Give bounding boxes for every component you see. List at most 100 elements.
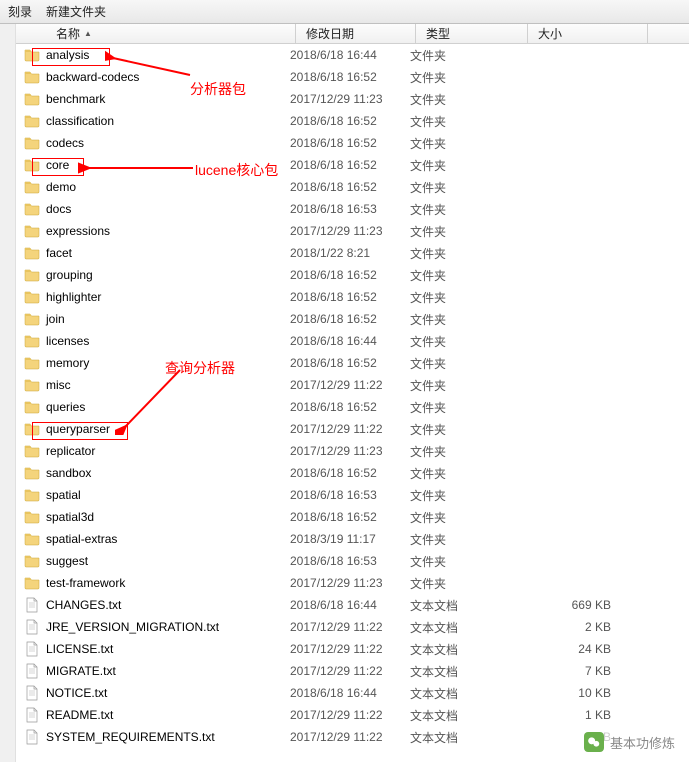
file-row[interactable]: spatial2018/6/18 16:53文件夹 (0, 484, 689, 506)
file-name-cell[interactable]: MIGRATE.txt (18, 663, 280, 679)
file-row[interactable]: sandbox2018/6/18 16:52文件夹 (0, 462, 689, 484)
folder-icon (24, 113, 40, 129)
file-name-cell[interactable]: join (18, 311, 280, 327)
file-name-cell[interactable]: licenses (18, 333, 280, 349)
file-row[interactable]: core2018/6/18 16:52文件夹 (0, 154, 689, 176)
file-name-cell[interactable]: misc (18, 377, 280, 393)
file-row[interactable]: demo2018/6/18 16:52文件夹 (0, 176, 689, 198)
file-row[interactable]: JRE_VERSION_MIGRATION.txt2017/12/29 11:2… (0, 616, 689, 638)
file-name-cell[interactable]: LICENSE.txt (18, 641, 280, 657)
file-name-cell[interactable]: benchmark (18, 91, 280, 107)
file-size: 669 KB (512, 598, 617, 612)
file-row[interactable]: spatial3d2018/6/18 16:52文件夹 (0, 506, 689, 528)
file-type: 文件夹 (400, 135, 512, 152)
file-row[interactable]: NOTICE.txt2018/6/18 16:44文本文档10 KB (0, 682, 689, 704)
file-date: 2018/6/18 16:53 (280, 488, 400, 502)
file-name-cell[interactable]: spatial3d (18, 509, 280, 525)
file-row[interactable]: LICENSE.txt2017/12/29 11:22文本文档24 KB (0, 638, 689, 660)
file-name-cell[interactable]: sandbox (18, 465, 280, 481)
file-name-cell[interactable]: memory (18, 355, 280, 371)
file-row[interactable]: classification2018/6/18 16:52文件夹 (0, 110, 689, 132)
file-name-cell[interactable]: backward-codecs (18, 69, 280, 85)
file-name-cell[interactable]: expressions (18, 223, 280, 239)
file-row[interactable]: benchmark2017/12/29 11:23文件夹 (0, 88, 689, 110)
folder-icon (24, 311, 40, 327)
file-name-cell[interactable]: test-framework (18, 575, 280, 591)
file-name-label: highlighter (46, 290, 101, 304)
file-row[interactable]: test-framework2017/12/29 11:23文件夹 (0, 572, 689, 594)
file-name-cell[interactable]: spatial (18, 487, 280, 503)
file-type: 文件夹 (400, 311, 512, 328)
file-row[interactable]: spatial-extras2018/3/19 11:17文件夹 (0, 528, 689, 550)
file-name-label: grouping (46, 268, 93, 282)
file-date: 2018/6/18 16:52 (280, 70, 400, 84)
file-row[interactable]: suggest2018/6/18 16:53文件夹 (0, 550, 689, 572)
file-row[interactable]: replicator2017/12/29 11:23文件夹 (0, 440, 689, 462)
file-name-cell[interactable]: facet (18, 245, 280, 261)
file-row[interactable]: docs2018/6/18 16:53文件夹 (0, 198, 689, 220)
file-row[interactable]: facet2018/1/22 8:21文件夹 (0, 242, 689, 264)
file-row[interactable]: memory2018/6/18 16:52文件夹 (0, 352, 689, 374)
file-row[interactable]: queries2018/6/18 16:52文件夹 (0, 396, 689, 418)
file-name-cell[interactable]: suggest (18, 553, 280, 569)
column-headers: 名称 ▲ 修改日期 类型 大小 (0, 24, 689, 44)
folder-icon (24, 223, 40, 239)
file-row[interactable]: highlighter2018/6/18 16:52文件夹 (0, 286, 689, 308)
file-row[interactable]: expressions2017/12/29 11:23文件夹 (0, 220, 689, 242)
file-row[interactable]: analysis2018/6/18 16:44文件夹 (0, 44, 689, 66)
file-icon (24, 685, 40, 701)
file-name-cell[interactable]: replicator (18, 443, 280, 459)
file-name-label: suggest (46, 554, 88, 568)
file-row[interactable]: licenses2018/6/18 16:44文件夹 (0, 330, 689, 352)
file-name-cell[interactable]: codecs (18, 135, 280, 151)
file-type: 文件夹 (400, 223, 512, 240)
folder-icon (24, 553, 40, 569)
file-type: 文件夹 (400, 465, 512, 482)
file-row[interactable]: join2018/6/18 16:52文件夹 (0, 308, 689, 330)
file-row[interactable]: CHANGES.txt2018/6/18 16:44文本文档669 KB (0, 594, 689, 616)
file-name-cell[interactable]: queryparser (18, 421, 280, 437)
header-size[interactable]: 大小 (528, 24, 648, 43)
file-name-cell[interactable]: analysis (18, 47, 280, 63)
file-name-cell[interactable]: CHANGES.txt (18, 597, 280, 613)
file-name-cell[interactable]: spatial-extras (18, 531, 280, 547)
toolbar-burn[interactable]: 刻录 (8, 3, 32, 20)
file-name-cell[interactable]: README.txt (18, 707, 280, 723)
file-name-cell[interactable]: classification (18, 113, 280, 129)
file-name-cell[interactable]: SYSTEM_REQUIREMENTS.txt (18, 729, 280, 745)
file-name-label: core (46, 158, 69, 172)
file-name-label: join (46, 312, 65, 326)
file-name-cell[interactable]: queries (18, 399, 280, 415)
file-name-label: replicator (46, 444, 95, 458)
header-date[interactable]: 修改日期 (296, 24, 416, 43)
file-row[interactable]: backward-codecs2018/6/18 16:52文件夹 (0, 66, 689, 88)
file-name-cell[interactable]: JRE_VERSION_MIGRATION.txt (18, 619, 280, 635)
file-name-cell[interactable]: core (18, 157, 280, 173)
file-name-label: demo (46, 180, 76, 194)
file-name-label: codecs (46, 136, 84, 150)
header-type[interactable]: 类型 (416, 24, 528, 43)
file-row[interactable]: codecs2018/6/18 16:52文件夹 (0, 132, 689, 154)
folder-icon (24, 355, 40, 371)
watermark-text: 基本功修炼 (610, 733, 675, 752)
file-name-cell[interactable]: demo (18, 179, 280, 195)
file-list[interactable]: analysis2018/6/18 16:44文件夹backward-codec… (0, 44, 689, 748)
file-name-cell[interactable]: NOTICE.txt (18, 685, 280, 701)
file-name-label: spatial (46, 488, 81, 502)
file-date: 2017/12/29 11:22 (280, 378, 400, 392)
file-name-cell[interactable]: docs (18, 201, 280, 217)
file-name-label: spatial-extras (46, 532, 117, 546)
toolbar-new-folder[interactable]: 新建文件夹 (46, 3, 106, 20)
file-name-cell[interactable]: highlighter (18, 289, 280, 305)
file-row[interactable]: queryparser2017/12/29 11:22文件夹 (0, 418, 689, 440)
file-row[interactable]: grouping2018/6/18 16:52文件夹 (0, 264, 689, 286)
file-name-cell[interactable]: grouping (18, 267, 280, 283)
folder-icon (24, 487, 40, 503)
folder-icon (24, 531, 40, 547)
header-name[interactable]: 名称 ▲ (16, 24, 296, 43)
file-date: 2018/6/18 16:44 (280, 334, 400, 348)
file-name-label: backward-codecs (46, 70, 139, 84)
file-row[interactable]: misc2017/12/29 11:22文件夹 (0, 374, 689, 396)
file-row[interactable]: README.txt2017/12/29 11:22文本文档1 KB (0, 704, 689, 726)
file-row[interactable]: MIGRATE.txt2017/12/29 11:22文本文档7 KB (0, 660, 689, 682)
